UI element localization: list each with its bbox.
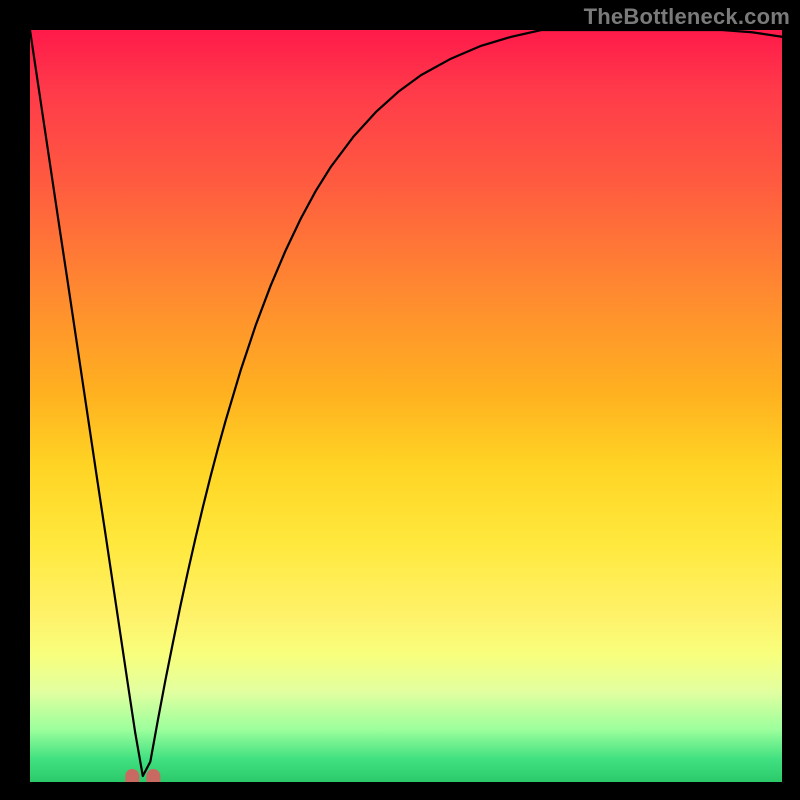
plot-area [30,30,782,782]
watermark-text: TheBottleneck.com [584,4,790,30]
curve-overlay [30,30,782,782]
bottleneck-curve [30,30,782,776]
chart-frame: TheBottleneck.com [0,0,800,800]
